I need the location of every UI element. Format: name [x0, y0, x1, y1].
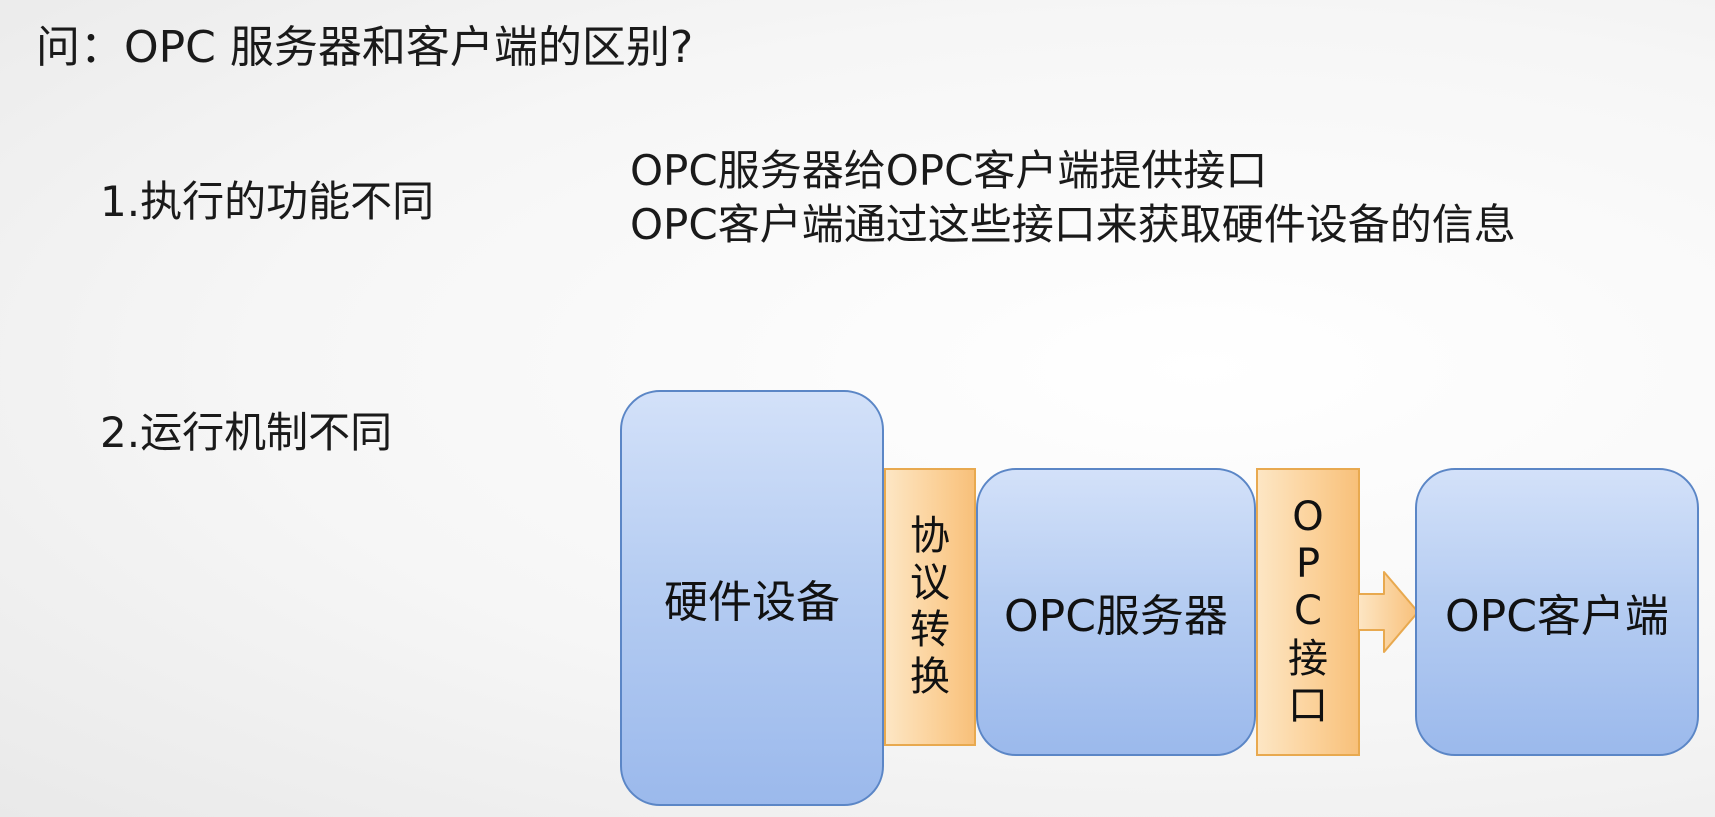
opc-client-label: OPC客户端 [1445, 591, 1669, 642]
page-title: 问：OPC 服务器和客户端的区别? [36, 22, 694, 73]
description-line-1: OPC服务器给OPC客户端提供接口 [630, 146, 1268, 195]
arrow-right-icon [1358, 571, 1419, 653]
point-mechanism-differs: 2.运行机制不同 [100, 408, 393, 457]
interface-char: 接 [1288, 635, 1328, 682]
interface-char: C [1294, 588, 1322, 635]
opc-server-box: OPC服务器 [976, 468, 1256, 756]
interface-char: P [1295, 541, 1321, 588]
hardware-device-box: 硬件设备 [620, 390, 884, 806]
description-line-2: OPC客户端通过这些接口来获取硬件设备的信息 [630, 200, 1516, 249]
opc-server-label: OPC服务器 [1004, 591, 1228, 642]
protocol-char: 协 [910, 512, 950, 559]
hardware-device-label: 硬件设备 [664, 577, 840, 628]
opc-interface-strip: O P C 接 口 [1256, 468, 1360, 756]
protocol-char: 转 [910, 607, 950, 653]
protocol-char: 换 [910, 654, 950, 701]
protocol-conversion-strip: 协 议 转 换 [884, 468, 976, 746]
interface-char: 口 [1288, 682, 1328, 729]
opc-client-box: OPC客户端 [1415, 468, 1699, 756]
point-functions-differ: 1.执行的功能不同 [100, 177, 435, 226]
function-description: OPC服务器给OPC客户端提供接口 OPC客户端通过这些接口来获取硬件设备的信息 [630, 144, 1516, 252]
interface-char: O [1292, 494, 1324, 541]
protocol-char: 议 [910, 559, 950, 606]
